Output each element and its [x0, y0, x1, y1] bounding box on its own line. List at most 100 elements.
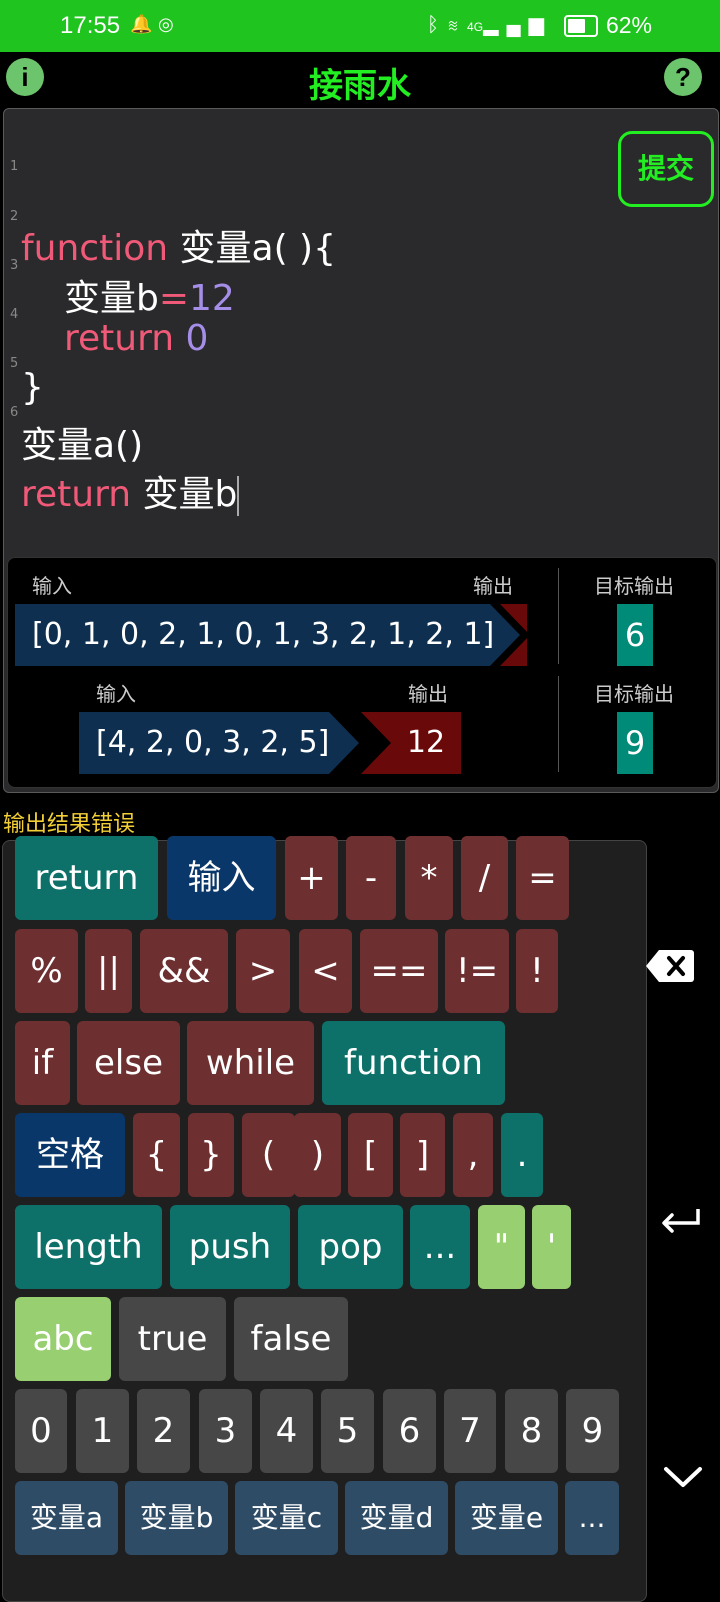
key-not-equals[interactable]: !=: [445, 929, 509, 1013]
key-false[interactable]: false: [234, 1297, 348, 1381]
target-label: 目标输出: [594, 682, 674, 706]
key-pop[interactable]: pop: [298, 1205, 403, 1289]
code-text: function 变量a( ){: [21, 219, 336, 271]
key-and[interactable]: &&: [140, 929, 228, 1013]
key-var-b[interactable]: 变量b: [125, 1481, 228, 1555]
key-spread[interactable]: ...: [410, 1205, 470, 1289]
key-true[interactable]: true: [119, 1297, 226, 1381]
status-bar: 17:55 🔔 ◎ ᛒ≋4G▂▄▆ 62%: [0, 0, 720, 52]
help-icon: ?: [675, 62, 691, 92]
variable-token: 变量b: [64, 278, 159, 319]
key-var-c[interactable]: 变量c: [235, 1481, 338, 1555]
key-digit-4[interactable]: 4: [260, 1389, 313, 1473]
key-assign[interactable]: =: [516, 836, 569, 920]
key-digit-7[interactable]: 7: [444, 1389, 496, 1473]
page-title: 接雨水: [309, 66, 411, 106]
line-number: 1: [10, 159, 19, 174]
target-label: 目标输出: [594, 574, 674, 598]
key-right-paren[interactable]: ): [294, 1113, 341, 1197]
key-input[interactable]: 输入: [167, 836, 276, 920]
wifi-icon: ≋: [447, 14, 468, 36]
key-digit-6[interactable]: 6: [383, 1389, 436, 1473]
app-notification-icon: ◎: [158, 14, 174, 34]
key-less[interactable]: <: [299, 929, 352, 1013]
key-multiply[interactable]: *: [405, 836, 453, 920]
code-line: 1 function 变量a( ){: [4, 137, 336, 269]
enter-icon[interactable]: [660, 1205, 702, 1235]
code-line: 3 return 0: [4, 236, 208, 359]
chevron-down-icon[interactable]: [662, 1463, 704, 1493]
output-label: 输出: [473, 574, 513, 598]
key-abc[interactable]: abc: [15, 1297, 111, 1381]
test-cases-panel: 输入 输出 目标输出 [0, 1, 0, 2, 1, 0, 1, 3, 2, 1…: [7, 557, 717, 788]
key-var-d[interactable]: 变量d: [345, 1481, 448, 1555]
key-else[interactable]: else: [77, 1021, 180, 1105]
key-var-e[interactable]: 变量e: [455, 1481, 558, 1555]
key-digit-0[interactable]: 0: [15, 1389, 67, 1473]
signal-icons: ᛒ≋4G▂▄▆: [427, 12, 552, 37]
key-digit-1[interactable]: 1: [76, 1389, 129, 1473]
notification-icon: 🔔: [130, 14, 153, 34]
test-target-value: 6: [617, 604, 653, 666]
bluetooth-icon: ᛒ: [427, 14, 448, 36]
key-space[interactable]: 空格: [15, 1113, 125, 1197]
keyword-token: return: [64, 318, 175, 359]
key-left-bracket[interactable]: [: [348, 1113, 393, 1197]
line-number: 2: [10, 209, 19, 224]
test-input-value: [0, 1, 0, 2, 1, 0, 1, 3, 2, 1, 2, 1]: [15, 604, 520, 666]
key-left-brace[interactable]: {: [133, 1113, 180, 1197]
key-var-a[interactable]: 变量a: [15, 1481, 118, 1555]
network-label: 4G: [467, 20, 484, 34]
code-line: 4 }: [4, 285, 50, 408]
key-greater[interactable]: >: [236, 929, 290, 1013]
code-line: 5 变量a(): [4, 334, 143, 466]
input-label: 输入: [32, 574, 72, 598]
key-right-brace[interactable]: }: [188, 1113, 234, 1197]
key-function[interactable]: function: [322, 1021, 505, 1105]
battery-percent: 62%: [605, 12, 652, 38]
key-push[interactable]: push: [170, 1205, 290, 1289]
key-while[interactable]: while: [187, 1021, 314, 1105]
key-or[interactable]: ||: [85, 929, 132, 1013]
key-minus[interactable]: -: [346, 836, 396, 920]
key-left-paren[interactable]: (: [242, 1113, 295, 1197]
key-length[interactable]: length: [15, 1205, 162, 1289]
key-right-bracket[interactable]: ]: [400, 1113, 445, 1197]
key-modulo[interactable]: %: [15, 929, 78, 1013]
help-button[interactable]: ?: [664, 58, 702, 96]
operator-token: =: [158, 278, 190, 319]
key-divide[interactable]: /: [461, 836, 508, 920]
error-message: 输出结果错误: [3, 812, 136, 837]
number-token: 0: [185, 318, 209, 359]
line-number: 6: [10, 405, 19, 420]
key-digit-9[interactable]: 9: [566, 1389, 619, 1473]
key-dot[interactable]: .: [501, 1113, 543, 1197]
key-return[interactable]: return: [15, 836, 158, 920]
battery-icon: [564, 15, 598, 37]
key-digit-5[interactable]: 5: [321, 1389, 374, 1473]
key-single-quote[interactable]: ': [532, 1205, 571, 1289]
key-not[interactable]: !: [516, 929, 558, 1013]
key-digit-3[interactable]: 3: [199, 1389, 252, 1473]
key-plus[interactable]: +: [285, 836, 338, 920]
line-number: 3: [10, 258, 19, 273]
code-token: 变量a( ){: [168, 228, 337, 269]
key-comma[interactable]: ,: [453, 1113, 493, 1197]
input-label: 输入: [96, 682, 136, 706]
key-digit-2[interactable]: 2: [137, 1389, 190, 1473]
code-keyboard: return 输入 + - * / = % || && > < == != ! …: [2, 836, 647, 1602]
number-token: 12: [189, 278, 235, 319]
code-line: 2 变量b=12: [4, 187, 235, 319]
code-text: 变量b=12: [64, 269, 235, 321]
backspace-icon[interactable]: [645, 948, 695, 984]
test-output-value: 12: [361, 712, 461, 774]
key-var-more[interactable]: ...: [565, 1481, 619, 1555]
line-number: 4: [10, 307, 19, 322]
key-digit-8[interactable]: 8: [505, 1389, 558, 1473]
key-if[interactable]: if: [15, 1021, 70, 1105]
divider: [558, 568, 559, 664]
key-equals[interactable]: ==: [360, 929, 438, 1013]
submit-button[interactable]: 提交: [618, 131, 714, 207]
key-double-quote[interactable]: ": [478, 1205, 525, 1289]
code-text: return 变量b: [21, 465, 240, 517]
